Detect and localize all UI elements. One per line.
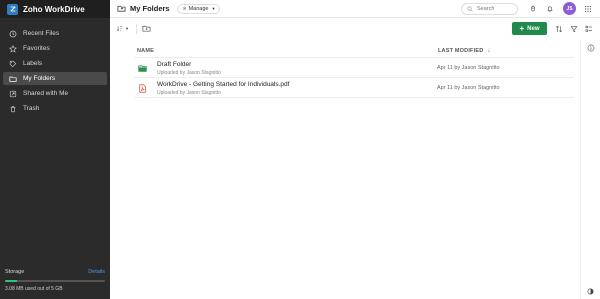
sidebar-item-trash[interactable]: Trash: [3, 102, 107, 115]
sidebar-item-recent-files[interactable]: Recent Files: [3, 27, 107, 40]
shared-icon: [9, 90, 17, 98]
sort-icon: [117, 26, 123, 31]
manage-label: Manage: [188, 5, 209, 12]
column-header-last-modified[interactable]: LAST MODIFIED ↓: [438, 48, 491, 54]
storage-label: Storage: [5, 269, 25, 275]
sidebar-item-favorites[interactable]: Favorites: [3, 42, 107, 55]
plus-icon: +: [519, 23, 525, 33]
view-toggle-icon[interactable]: [585, 25, 593, 33]
file-last-modified: Apr 11 by Jason Stagnitto: [437, 65, 500, 71]
sidebar-item-labels[interactable]: Labels: [3, 57, 107, 70]
bell-icon[interactable]: [546, 5, 554, 13]
rocket-icon[interactable]: [529, 5, 537, 13]
chevron-down-icon: ▼: [125, 26, 129, 31]
clock-icon: [9, 30, 17, 38]
brand[interactable]: Zoho WorkDrive: [0, 0, 110, 18]
tag-icon: [9, 60, 17, 68]
top-header: My Folders Manage ▼ JS: [110, 0, 600, 18]
theme-toggle-icon[interactable]: [587, 288, 594, 295]
sidebar-item-label: My Folders: [23, 75, 56, 82]
sidebar-item-label: Recent Files: [23, 30, 60, 37]
toolbar: ▼ + New: [110, 18, 593, 40]
file-uploaded-by: Uploaded by Jason Stagnitto: [157, 90, 221, 96]
column-header-label: LAST MODIFIED: [438, 48, 484, 54]
toolbar-divider: [136, 24, 137, 34]
filter-icon[interactable]: [570, 25, 578, 33]
storage-progress-bar: [5, 280, 105, 282]
chevron-down-icon: ▼: [211, 6, 216, 11]
new-folder-icon[interactable]: [142, 24, 151, 33]
trash-icon: [9, 105, 17, 113]
sidebar-item-my-folders[interactable]: My Folders: [3, 72, 107, 85]
sidebar-item-label: Trash: [23, 105, 40, 112]
sidebar-item-label: Labels: [23, 60, 43, 67]
new-button[interactable]: + New: [512, 22, 547, 35]
gear-icon: [182, 6, 186, 11]
sidebar-item-shared-with-me[interactable]: Shared with Me: [3, 87, 107, 100]
storage-details-link[interactable]: Details: [88, 269, 105, 275]
table-row[interactable]: Draft Folder Uploaded by Jason Stagnitto…: [134, 58, 574, 78]
sort-order-icon[interactable]: [555, 25, 563, 33]
file-uploaded-by: Uploaded by Jason Stagnitto: [157, 70, 221, 76]
info-icon[interactable]: [587, 44, 595, 52]
folder-icon: [117, 4, 126, 13]
file-name[interactable]: Draft Folder: [157, 61, 191, 68]
arrow-down-icon: ↓: [487, 48, 491, 54]
search-icon: [467, 6, 473, 12]
search-input[interactable]: [477, 6, 517, 12]
storage-usage-text: 3.08 MB used out of 5 GB: [5, 286, 63, 292]
manage-button[interactable]: Manage ▼: [176, 3, 221, 14]
search-box[interactable]: [461, 3, 518, 15]
folder-icon: [138, 64, 147, 73]
storage-progress-fill: [5, 280, 17, 282]
sidebar-nav: Recent Files Favorites Labels My Folders…: [0, 27, 110, 115]
new-label: New: [527, 25, 540, 32]
file-last-modified: Apr 11 by Jason Stagnitto: [437, 85, 500, 91]
details-rail: [580, 40, 600, 299]
storage-panel: Storage Details 3.08 MB used out of 5 GB: [0, 267, 110, 299]
sort-dropdown[interactable]: ▼: [116, 24, 129, 33]
workdrive-logo-icon: [7, 3, 18, 15]
sidebar-item-label: Shared with Me: [23, 90, 69, 97]
star-icon: [9, 44, 17, 53]
avatar[interactable]: JS: [563, 2, 576, 15]
folder-icon: [9, 75, 17, 83]
table-header: NAME LAST MODIFIED ↓: [134, 44, 574, 58]
file-table: NAME LAST MODIFIED ↓ Draft Folder Upload…: [134, 44, 574, 98]
column-header-name[interactable]: NAME: [137, 48, 154, 54]
sidebar: Zoho WorkDrive Recent Files Favorites La…: [0, 0, 110, 299]
sidebar-item-label: Favorites: [23, 45, 50, 52]
page-title: My Folders: [130, 4, 170, 13]
app-name: Zoho WorkDrive: [23, 4, 85, 14]
apps-grid-icon[interactable]: [584, 5, 592, 13]
file-name[interactable]: WorkDrive - Getting Started for Individu…: [157, 81, 289, 88]
table-row[interactable]: WorkDrive - Getting Started for Individu…: [134, 78, 574, 98]
pdf-icon: [138, 84, 147, 93]
